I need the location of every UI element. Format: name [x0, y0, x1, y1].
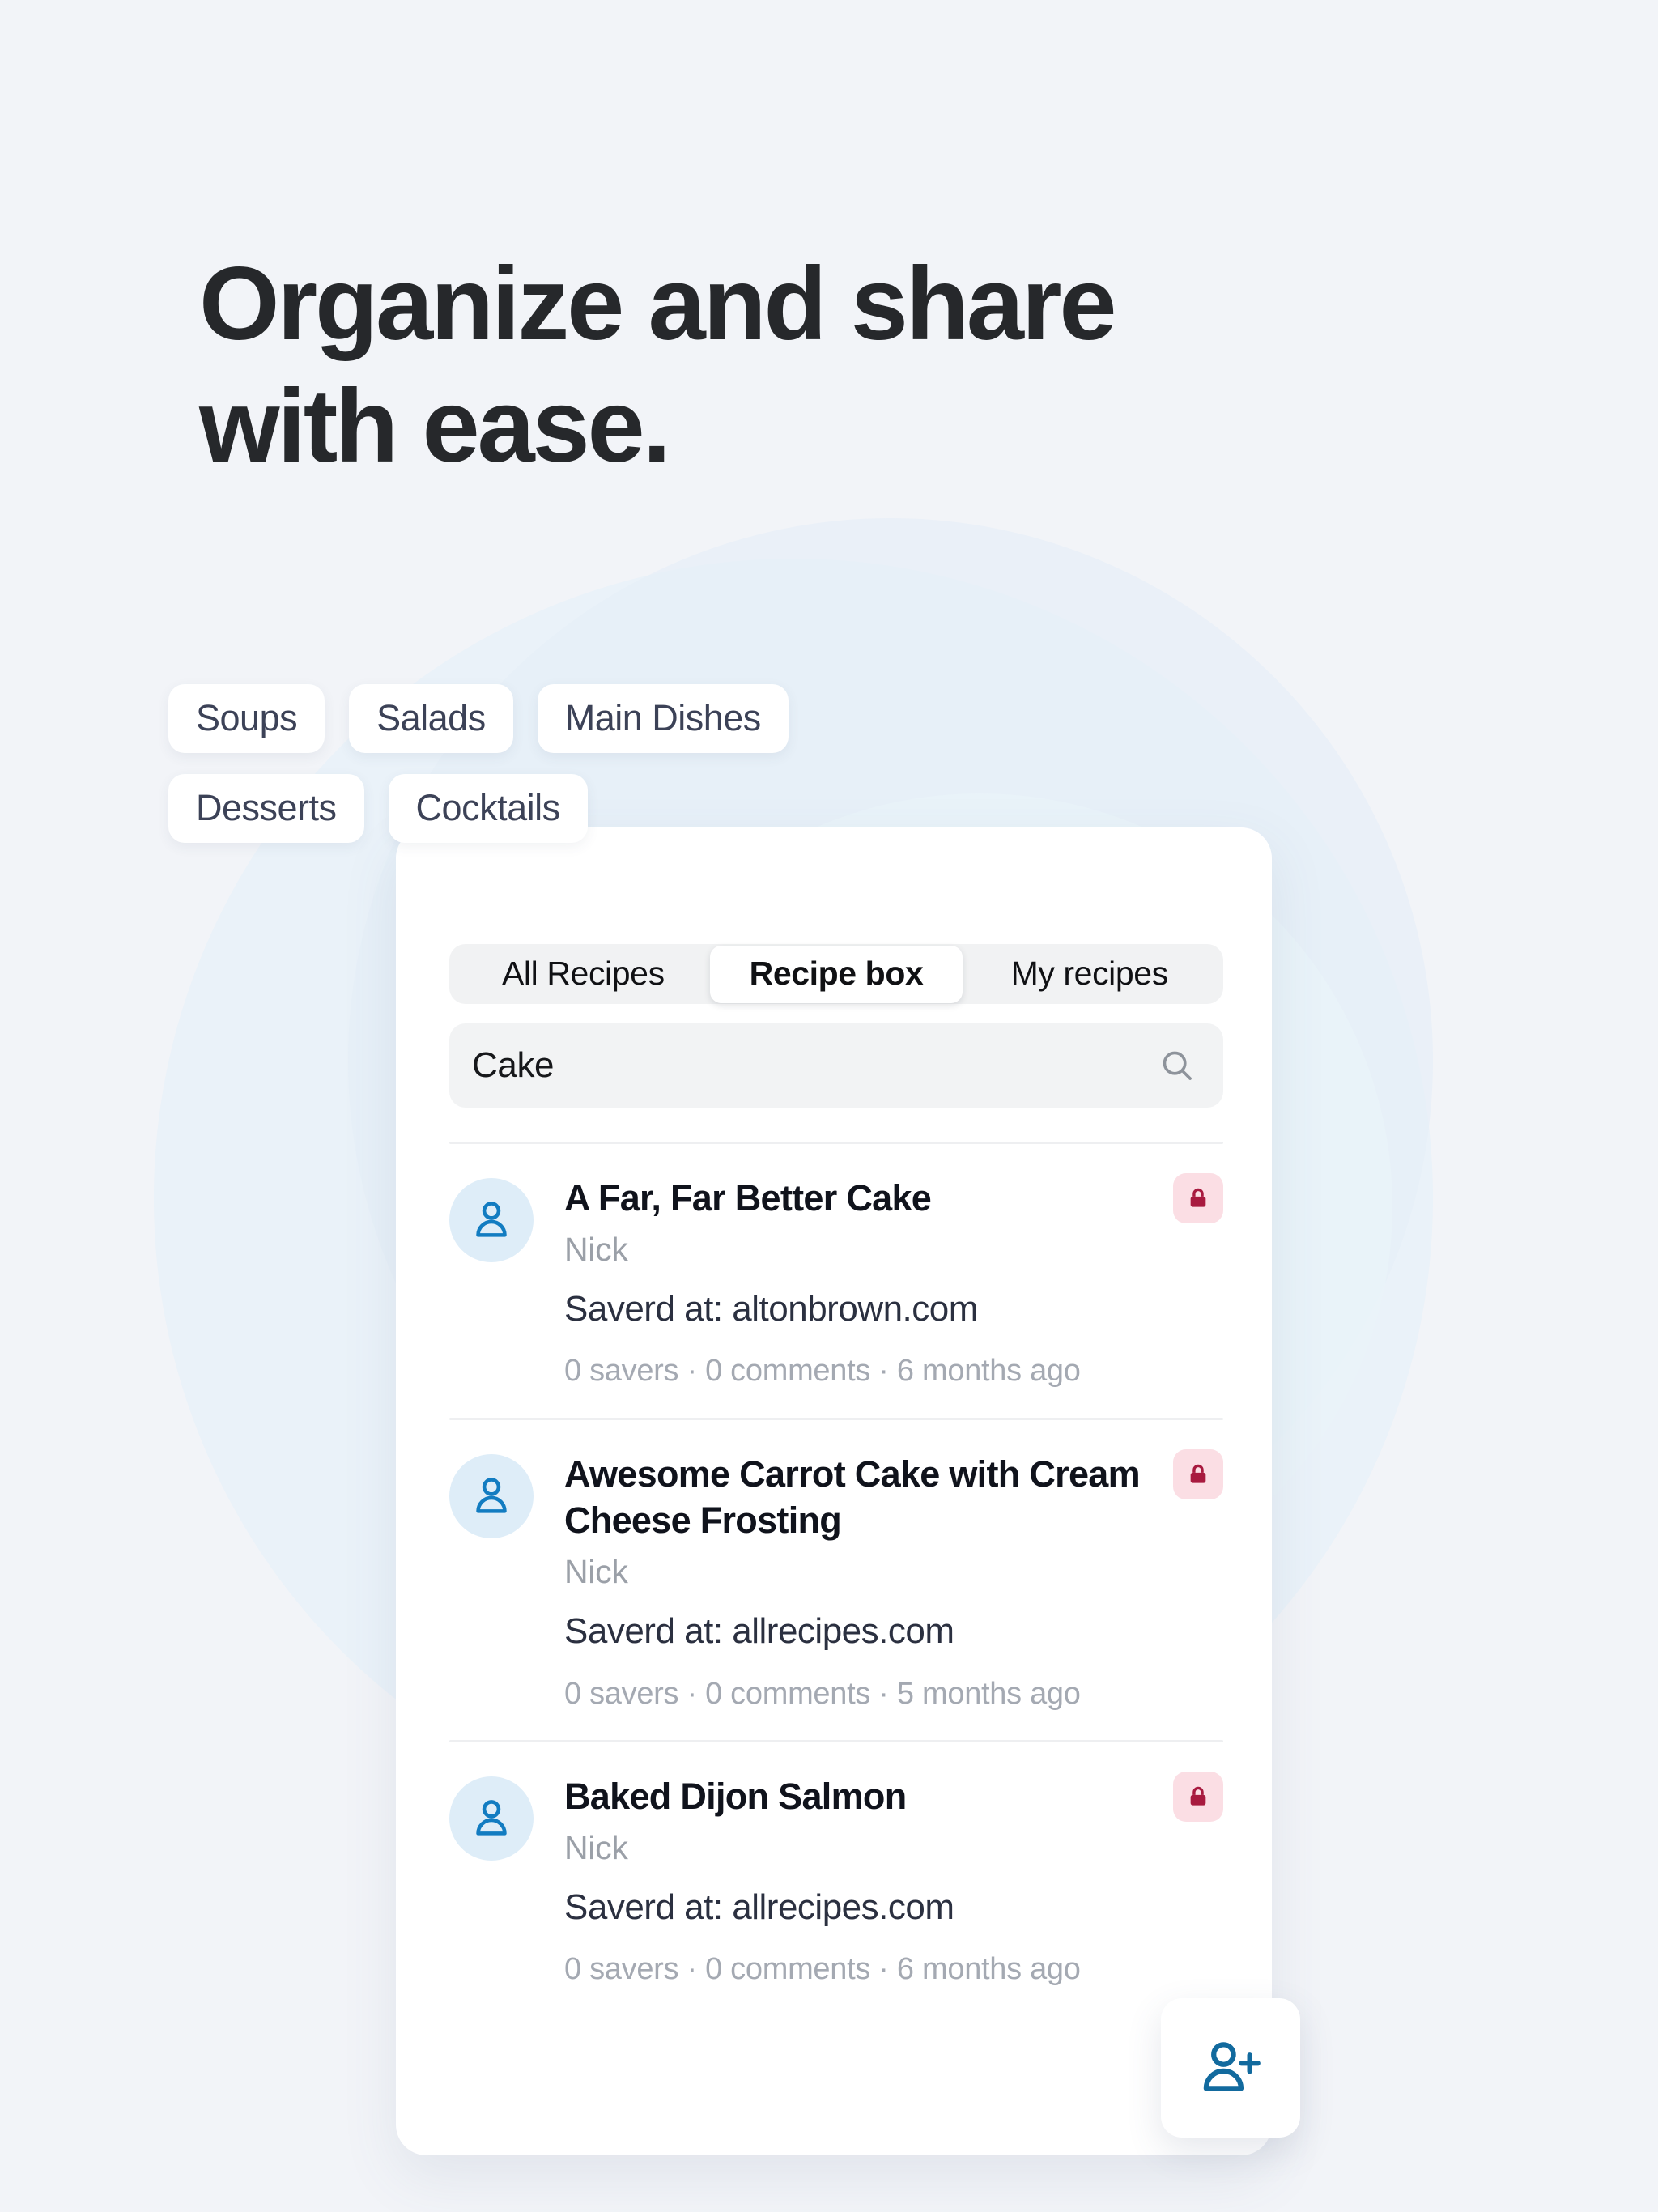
lock-icon — [1185, 1784, 1211, 1810]
recipe-meta: 0 savers · 0 comments · 6 months ago — [564, 1354, 1081, 1389]
app-preview-card: All Recipes Recipe box My recipes Cake A… — [396, 827, 1272, 2155]
recipe-list-item[interactable]: Baked Dijon Salmon Nick Saverd at: allre… — [449, 1742, 1223, 2016]
recipe-meta: 0 savers · 0 comments · 5 months ago — [564, 1676, 1081, 1711]
tab-all-recipes[interactable]: All Recipes — [457, 946, 710, 1003]
search-input[interactable]: Cake — [472, 1048, 1158, 1083]
lock-icon — [1185, 1185, 1211, 1211]
search-field[interactable]: Cake — [449, 1023, 1223, 1108]
category-pill-main-dishes[interactable]: Main Dishes — [537, 684, 789, 753]
recipe-list-item[interactable]: A Far, Far Better Cake Nick Saverd at: a… — [449, 1144, 1223, 1418]
app-card-content: All Recipes Recipe box My recipes Cake A… — [449, 944, 1223, 2016]
category-pill-cocktails[interactable]: Cocktails — [388, 774, 588, 843]
recipe-title: A Far, Far Better Cake — [564, 1177, 932, 1219]
search-icon[interactable] — [1158, 1047, 1196, 1084]
privacy-badge[interactable] — [1173, 1448, 1223, 1499]
invite-person-button[interactable] — [1161, 1998, 1300, 2138]
privacy-badge[interactable] — [1173, 1772, 1223, 1823]
recipe-list-item[interactable]: Awesome Carrot Cake with Cream Cheese Fr… — [449, 1420, 1223, 1740]
add-person-icon — [1196, 2033, 1265, 2103]
category-pill-group: Soups Salads Main Dishes Desserts Cockta… — [168, 684, 1140, 864]
category-pill-soups[interactable]: Soups — [168, 684, 325, 753]
recipe-meta: 0 savers · 0 comments · 6 months ago — [564, 1952, 1081, 1987]
category-pill-row-1: Soups Salads Main Dishes — [168, 684, 1140, 753]
recipe-author: Nick — [564, 1553, 628, 1591]
recipe-details: Baked Dijon Salmon Nick Saverd at: allre… — [534, 1773, 1223, 1987]
category-pill-desserts[interactable]: Desserts — [168, 774, 364, 843]
recipe-scope-tabs: All Recipes Recipe box My recipes — [449, 944, 1223, 1004]
recipe-title: Awesome Carrot Cake with Cream Cheese Fr… — [564, 1453, 1141, 1542]
recipe-source: Saverd at: allrecipes.com — [564, 1611, 954, 1652]
avatar — [449, 1178, 534, 1262]
recipe-source: Saverd at: allrecipes.com — [564, 1887, 954, 1928]
lock-icon — [1185, 1461, 1211, 1487]
recipe-details: Awesome Carrot Cake with Cream Cheese Fr… — [534, 1451, 1223, 1711]
recipe-details: A Far, Far Better Cake Nick Saverd at: a… — [534, 1175, 1223, 1389]
recipe-author: Nick — [564, 1828, 628, 1866]
avatar — [449, 1453, 534, 1538]
avatar — [449, 1776, 534, 1861]
page-title: Organize and share with ease. — [199, 246, 1117, 485]
recipe-author: Nick — [564, 1230, 628, 1268]
category-pill-row-2: Desserts Cocktails — [168, 774, 1140, 843]
recipe-title: Baked Dijon Salmon — [564, 1776, 907, 1818]
privacy-badge[interactable] — [1173, 1173, 1223, 1223]
category-pill-salads[interactable]: Salads — [349, 684, 513, 753]
recipe-list: A Far, Far Better Cake Nick Saverd at: a… — [449, 1142, 1223, 2016]
tab-recipe-box[interactable]: Recipe box — [709, 945, 963, 1003]
tab-my-recipes[interactable]: My recipes — [963, 946, 1216, 1003]
recipe-source: Saverd at: altonbrown.com — [564, 1288, 978, 1329]
